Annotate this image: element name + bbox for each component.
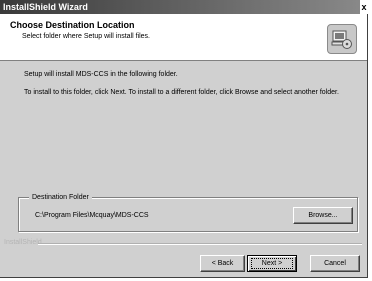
footer-divider — [38, 243, 362, 245]
title-bar[interactable]: InstallShield Wizard x — [0, 0, 368, 14]
browse-button[interactable]: Browse... — [293, 207, 353, 224]
wizard-header: Choose Destination Location Select folde… — [0, 14, 367, 61]
instructions-text: To install to this folder, click Next. T… — [24, 89, 339, 96]
back-button[interactable]: < Back — [200, 255, 245, 272]
window-title: InstallShield Wizard — [3, 2, 88, 12]
setup-computer-icon — [327, 24, 357, 54]
close-icon[interactable]: x — [360, 0, 368, 14]
page-subtitle: Select folder where Setup will install f… — [22, 33, 151, 40]
computer-graphic — [331, 30, 352, 49]
page-title: Choose Destination Location — [10, 20, 135, 30]
focus-rectangle — [251, 258, 293, 269]
install-location-text: Setup will install MDS-CCS in the follow… — [24, 71, 178, 78]
destination-folder-legend: Destination Folder — [29, 193, 92, 202]
destination-path: C:\Program Files\Mcquay\MDS-CCS — [35, 212, 149, 219]
next-button[interactable]: Next > — [247, 255, 297, 272]
cancel-button[interactable]: Cancel — [310, 255, 360, 272]
installshield-wizard-window: InstallShield Wizard x Choose Destinatio… — [0, 0, 368, 278]
installshield-brand: InstallShield — [4, 239, 42, 246]
